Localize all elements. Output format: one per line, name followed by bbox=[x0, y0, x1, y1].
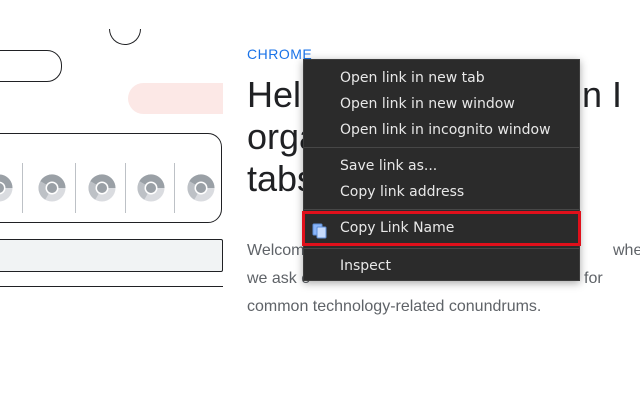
menu-item-open-incognito[interactable]: Open link in incognito window bbox=[304, 117, 579, 143]
copy-icon bbox=[312, 220, 328, 239]
menu-item-label: Copy Link Name bbox=[340, 220, 455, 236]
intro-fragment: where bbox=[613, 242, 640, 259]
chrome-icon bbox=[0, 174, 13, 202]
chrome-cell bbox=[0, 163, 23, 213]
chrome-icon-row bbox=[0, 163, 223, 213]
menu-separator bbox=[304, 248, 579, 249]
menu-item-copy-link-name[interactable]: Copy Link Name bbox=[302, 211, 581, 246]
chrome-cell bbox=[126, 163, 175, 213]
chrome-icon bbox=[136, 174, 165, 202]
menu-separator bbox=[304, 147, 579, 148]
divider-line bbox=[0, 286, 223, 287]
decorative-pill-pink bbox=[128, 83, 223, 114]
decorative-pill-outline bbox=[0, 50, 62, 82]
menu-item-save-link-as[interactable]: Save link as... bbox=[304, 153, 579, 179]
chrome-icon bbox=[37, 174, 66, 202]
headline-right-fragment: n I bbox=[582, 74, 640, 116]
context-menu: Open link in new tab Open link in new wi… bbox=[302, 59, 581, 281]
menu-item-copy-link-address[interactable]: Copy link address bbox=[304, 179, 579, 205]
address-bar-shape bbox=[0, 239, 223, 272]
chrome-icon bbox=[186, 174, 215, 202]
chrome-icon bbox=[87, 174, 116, 202]
tab-illustration bbox=[0, 0, 223, 400]
tab-separator bbox=[75, 163, 76, 213]
headline-fragment: n I bbox=[582, 74, 623, 115]
menu-item-open-new-tab[interactable]: Open link in new tab bbox=[304, 65, 579, 91]
chrome-cell bbox=[27, 163, 76, 213]
tab-separator bbox=[22, 163, 23, 213]
decorative-arc bbox=[109, 29, 141, 45]
intro-right-fragment: where for bbox=[584, 237, 640, 293]
chrome-cell bbox=[77, 163, 126, 213]
intro-line: common technology-related conundrums. bbox=[247, 298, 542, 315]
menu-item-open-new-window[interactable]: Open link in new window bbox=[304, 91, 579, 117]
tab-separator bbox=[174, 163, 175, 213]
menu-separator bbox=[304, 209, 579, 210]
intro-fragment: for bbox=[584, 270, 603, 287]
chrome-cell bbox=[176, 163, 223, 213]
menu-item-inspect[interactable]: Inspect bbox=[304, 253, 579, 279]
